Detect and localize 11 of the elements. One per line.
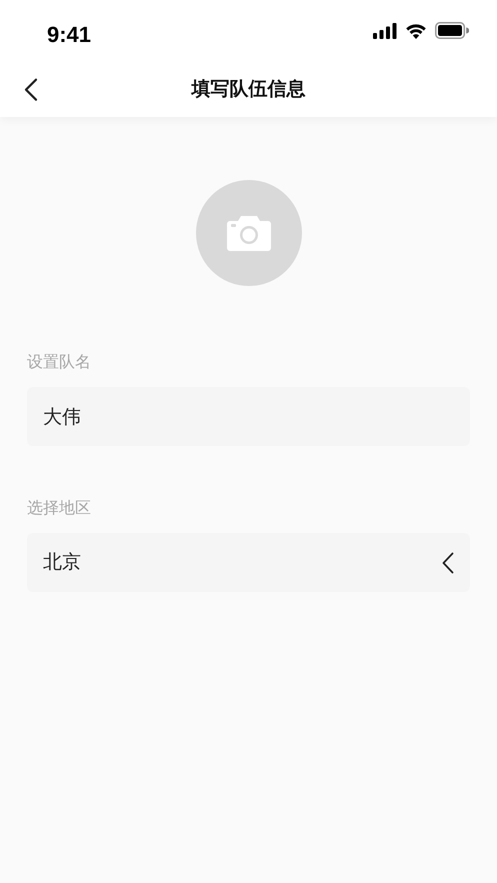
team-name-field[interactable]: 大伟 [27,387,470,446]
signal-icon [373,22,397,38]
field-label: 选择地区 [27,497,92,519]
camera-icon [224,213,272,253]
page-title: 填写队伍信息 [192,77,306,102]
wifi-icon [405,22,427,38]
chevron-icon [442,552,454,574]
status-time: 9:41 [47,21,92,49]
field-label: 设置队名 [27,351,92,373]
region-select[interactable]: 北京 [27,533,470,592]
battery-icon [435,22,469,39]
